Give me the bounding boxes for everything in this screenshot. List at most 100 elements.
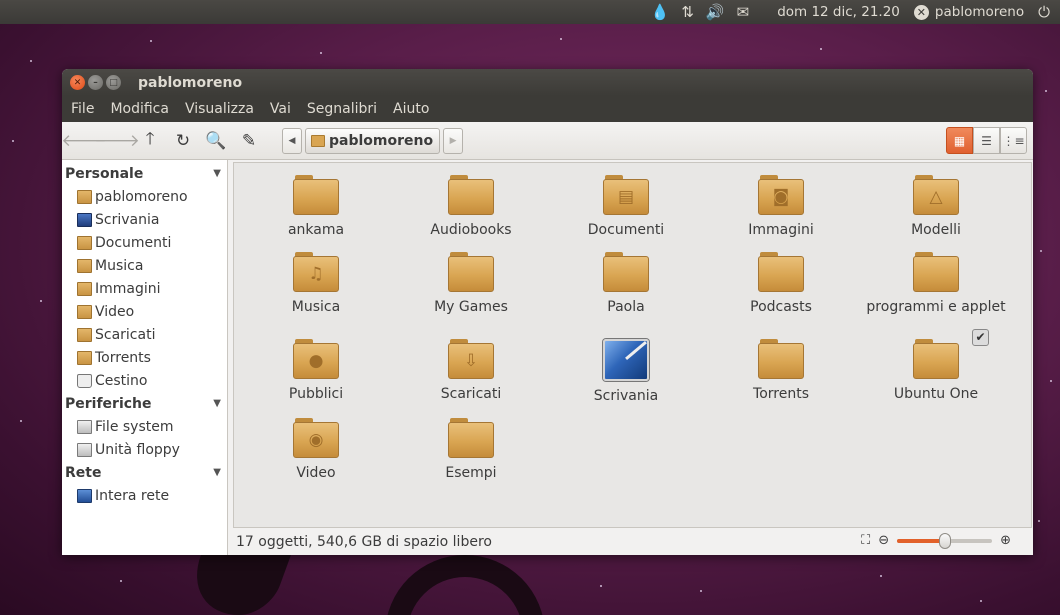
sidebar-section-rete[interactable]: Rete ▼ [62, 461, 227, 484]
menu-aiuto[interactable]: Aiuto [385, 101, 437, 117]
menu-file[interactable]: File [63, 101, 102, 117]
folder-body [448, 256, 494, 292]
forward-button[interactable]: 🡒 [94, 127, 140, 155]
folder-body [448, 422, 494, 458]
sync-emblem-icon: ✔ [972, 329, 989, 346]
file-item[interactable]: Paola [551, 252, 701, 315]
pictures-folder-icon: ◙ [758, 175, 804, 215]
sidebar-item-scrivania[interactable]: Scrivania [62, 208, 227, 231]
network-icon[interactable]: ⇅ [681, 3, 694, 21]
file-item[interactable]: My Games [396, 252, 546, 315]
sidebar-section-personale[interactable]: Personale ▼ [62, 162, 227, 185]
zoom-in-button[interactable]: ⊕ [1000, 533, 1011, 548]
sidebar-item-video[interactable]: Video [62, 300, 227, 323]
icon-view-button[interactable]: ▦ [946, 127, 973, 154]
file-item[interactable]: Esempi [396, 418, 546, 481]
volume-icon[interactable]: 🔊 [706, 3, 725, 21]
sidebar-item-documenti[interactable]: Documenti [62, 231, 227, 254]
collapse-triangle-icon[interactable]: ▼ [213, 398, 221, 409]
list-view-button[interactable]: ☰ [973, 127, 1000, 154]
path-scroll-right[interactable]: ▶ [443, 127, 464, 154]
window-titlebar[interactable]: ✕ – □ pablomoreno [62, 69, 1033, 96]
droplet-icon[interactable]: 💧 [651, 3, 670, 21]
file-item[interactable]: ankama [241, 175, 391, 238]
folder-icon [448, 418, 494, 458]
user-name: pablomoreno [934, 4, 1025, 20]
documents-folder-icon [77, 235, 92, 250]
folder-icon [603, 252, 649, 292]
collapse-triangle-icon[interactable]: ▼ [213, 168, 221, 179]
sidebar-item-musica[interactable]: Musica [62, 254, 227, 277]
window-minimize-button[interactable]: – [88, 75, 103, 90]
file-item[interactable]: ✔ Ubuntu One [861, 329, 1011, 402]
folder-body [448, 179, 494, 215]
clock[interactable]: dom 12 dic, 21.20 [777, 4, 900, 20]
file-item[interactable]: Torrents [706, 339, 856, 402]
file-item-label: Audiobooks [430, 222, 512, 238]
file-item-label: My Games [434, 299, 508, 315]
folder-icon [758, 252, 804, 292]
file-item[interactable]: ⇩ Scaricati [396, 339, 546, 402]
file-item[interactable]: △ Modelli [861, 175, 1011, 238]
status-bar: 17 oggetti, 540,6 GB di spazio libero ⛶ … [233, 529, 1033, 555]
search-icon: 🔍 [205, 130, 227, 151]
user-menu[interactable]: ✕ pablomoreno [913, 4, 1025, 20]
collapse-triangle-icon[interactable]: ▼ [213, 467, 221, 478]
power-icon[interactable]: ⏻ [1038, 3, 1050, 21]
folder-icon [77, 350, 92, 365]
menu-modifica[interactable]: Modifica [102, 101, 177, 117]
zoom-out-button[interactable]: ⊖ [878, 533, 889, 548]
menu-vai[interactable]: Vai [262, 101, 299, 117]
file-item-label: Scrivania [593, 388, 659, 404]
folder-icon [448, 175, 494, 215]
sidebar-item-pablomoreno[interactable]: pablomoreno [62, 185, 227, 208]
documents-folder-icon: ▤ [603, 175, 649, 215]
path-scroll-left[interactable]: ◀ [282, 127, 302, 154]
sidebar-item-scaricati[interactable]: Scaricati [62, 323, 227, 346]
zoom-fit-icon[interactable]: ⛶ [861, 533, 870, 548]
sidebar-item-label: pablomoreno [95, 188, 188, 205]
sidebar-section-periferiche[interactable]: Periferiche ▼ [62, 392, 227, 415]
compact-view-button[interactable]: ⋮≡ [1000, 127, 1027, 154]
folder-body [913, 256, 959, 292]
file-item[interactable]: ◉ Video [241, 418, 391, 481]
file-item[interactable]: programmi e applet [861, 252, 1011, 315]
file-item[interactable]: ● Pubblici [241, 339, 391, 402]
up-button[interactable]: 🡑 [136, 127, 164, 155]
file-item[interactable]: Scrivania [551, 339, 701, 404]
zoom-slider-handle[interactable] [938, 532, 951, 549]
network-icon [77, 488, 92, 503]
triangle-right-icon: ▶ [449, 135, 457, 146]
zoom-slider[interactable] [897, 532, 993, 549]
window-maximize-button[interactable]: □ [106, 75, 121, 90]
edit-location-button[interactable]: ✎ [235, 127, 263, 155]
folder-body: ▤ [603, 179, 649, 215]
mail-icon[interactable]: ✉ [737, 3, 750, 21]
sidebar-item-immagini[interactable]: Immagini [62, 277, 227, 300]
file-item[interactable]: ▤ Documenti [551, 175, 701, 238]
menubar: File Modifica Visualizza Vai Segnalibri … [62, 96, 1033, 122]
folder-icon [293, 175, 339, 215]
file-item[interactable]: ♫ Musica [241, 252, 391, 315]
menu-segnalibri[interactable]: Segnalibri [299, 101, 385, 117]
drive-icon [77, 419, 92, 434]
folder-body [293, 179, 339, 215]
search-button[interactable]: 🔍 [202, 127, 230, 155]
window-close-button[interactable]: ✕ [70, 75, 85, 90]
sidebar-item-intera-rete[interactable]: Intera rete [62, 484, 227, 507]
file-item[interactable]: Podcasts [706, 252, 856, 315]
file-item-label: Musica [291, 299, 341, 315]
sidebar-item-file-system[interactable]: File system [62, 415, 227, 438]
music-folder-icon [77, 258, 92, 273]
file-item[interactable]: Audiobooks [396, 175, 546, 238]
sidebar-item-torrents[interactable]: Torrents [62, 346, 227, 369]
file-view[interactable]: ankama Audiobooks ▤ Documenti ◙ Immagini △ Mode… [233, 162, 1032, 528]
path-button-home[interactable]: pablomoreno [305, 127, 441, 154]
menu-visualizza[interactable]: Visualizza [177, 101, 262, 117]
sidebar-section-title: Periferiche [65, 395, 152, 412]
reload-button[interactable]: ↻ [169, 127, 197, 155]
sidebar-item-cestino[interactable]: Cestino [62, 369, 227, 392]
file-item[interactable]: ◙ Immagini [706, 175, 856, 238]
sidebar-item-floppy[interactable]: Unità floppy [62, 438, 227, 461]
triangle-left-icon: ◀ [288, 135, 296, 146]
